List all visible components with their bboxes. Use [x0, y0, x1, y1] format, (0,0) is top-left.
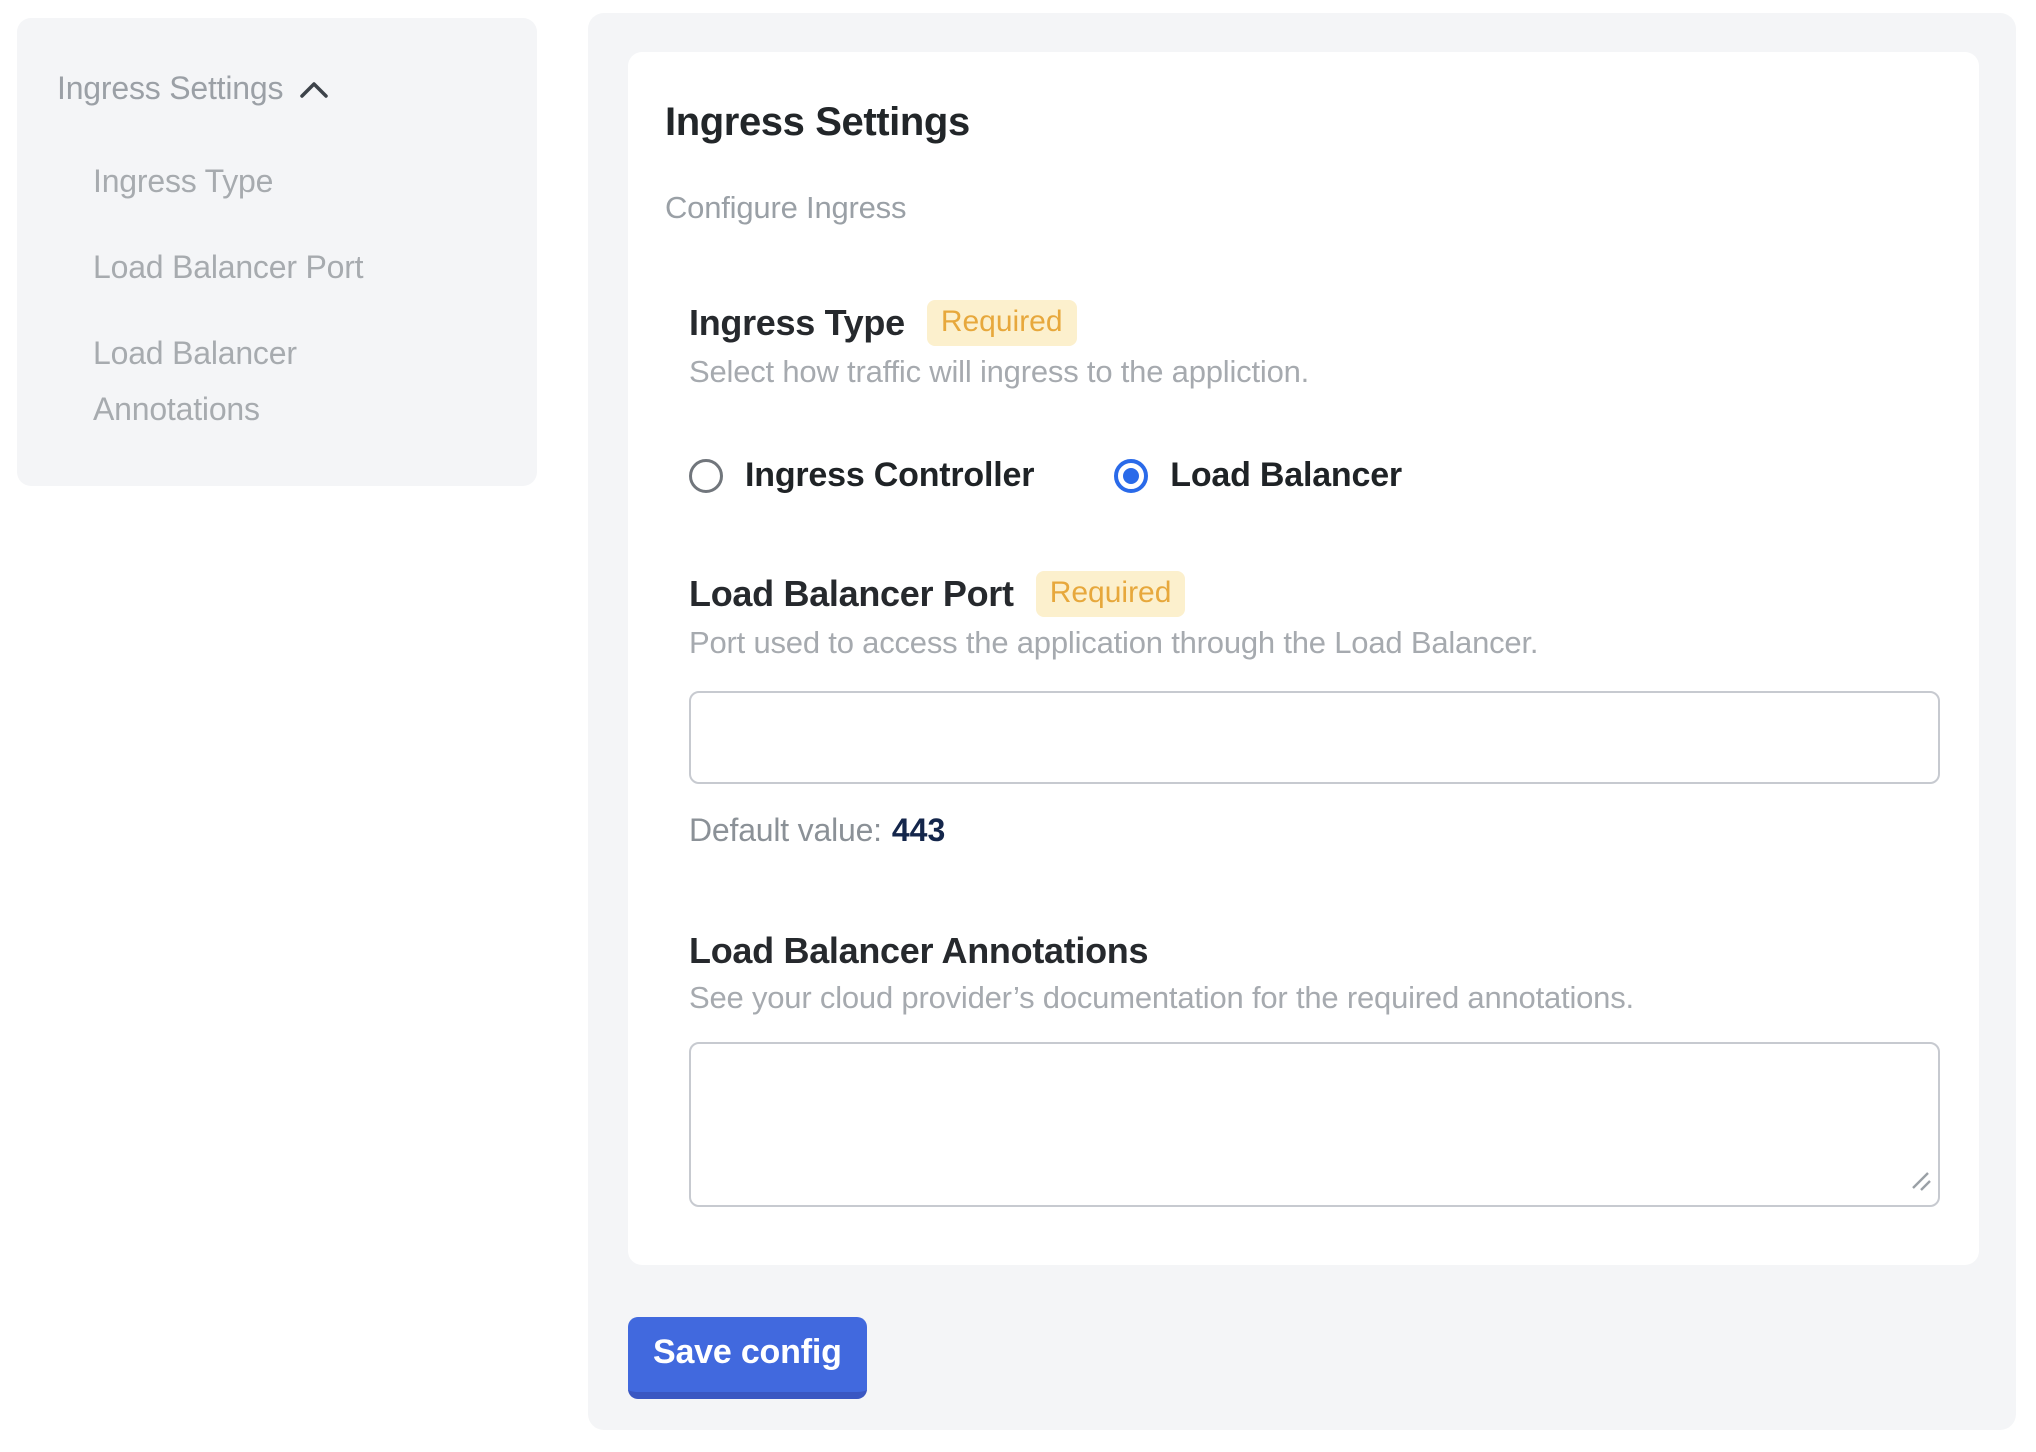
- radio-option-ingress-controller[interactable]: Ingress Controller: [689, 456, 1034, 495]
- sidebar-item-load-balancer-port[interactable]: Load Balancer Port: [93, 239, 433, 295]
- load-balancer-port-label: Load Balancer Port: [689, 573, 1014, 615]
- page-subtitle: Configure Ingress: [665, 188, 1923, 228]
- required-badge: Required: [1036, 571, 1186, 617]
- load-balancer-port-description: Port used to access the application thro…: [689, 623, 1940, 663]
- load-balancer-annotations-description: See your cloud provider’s documentation …: [689, 978, 1940, 1018]
- main-panel: Ingress Settings Configure Ingress Ingre…: [588, 13, 2016, 1430]
- sidebar-nav: Ingress Type Load Balancer Port Load Bal…: [93, 153, 433, 437]
- radio-button-load-balancer[interactable]: [1114, 459, 1148, 493]
- annotations-textarea[interactable]: [689, 1042, 1940, 1207]
- form-sections: Ingress Type Required Select how traffic…: [689, 300, 1940, 1207]
- default-value: 443: [892, 812, 945, 848]
- section-load-balancer-annotations: Load Balancer Annotations See your cloud…: [689, 930, 1940, 1207]
- radio-button-ingress-controller[interactable]: [689, 459, 723, 493]
- chevron-up-icon: [299, 70, 329, 107]
- annotations-textarea-wrap: [689, 1042, 1940, 1207]
- section-ingress-type: Ingress Type Required Select how traffic…: [689, 300, 1940, 495]
- radio-label-ingress-controller: Ingress Controller: [745, 456, 1034, 495]
- load-balancer-annotations-label: Load Balancer Annotations: [689, 930, 1148, 972]
- page-title: Ingress Settings: [665, 98, 1923, 146]
- save-config-button[interactable]: Save config: [628, 1317, 867, 1399]
- sidebar-section-ingress-settings[interactable]: Ingress Settings: [57, 70, 497, 107]
- radio-option-load-balancer[interactable]: Load Balancer: [1114, 456, 1402, 495]
- ingress-type-radio-group: Ingress Controller Load Balancer: [689, 456, 1940, 495]
- settings-card: Ingress Settings Configure Ingress Ingre…: [628, 52, 1979, 1265]
- page: { "sidebar": { "header_label": "Ingress …: [0, 0, 2036, 1452]
- default-value-label: Default value:: [689, 812, 882, 848]
- ingress-type-label: Ingress Type: [689, 302, 905, 344]
- section-load-balancer-port: Load Balancer Port Required Port used to…: [689, 571, 1940, 850]
- required-badge: Required: [927, 300, 1077, 346]
- load-balancer-port-input[interactable]: [689, 691, 1940, 784]
- sidebar-item-ingress-type[interactable]: Ingress Type: [93, 153, 433, 209]
- ingress-type-description: Select how traffic will ingress to the a…: [689, 352, 1940, 392]
- radio-label-load-balancer: Load Balancer: [1170, 456, 1402, 495]
- default-value-row: Default value: 443: [689, 810, 1940, 850]
- sidebar-section-label: Ingress Settings: [57, 70, 283, 107]
- sidebar-item-load-balancer-annotations[interactable]: Load Balancer Annotations: [93, 325, 433, 437]
- sidebar: Ingress Settings Ingress Type Load Balan…: [17, 18, 537, 486]
